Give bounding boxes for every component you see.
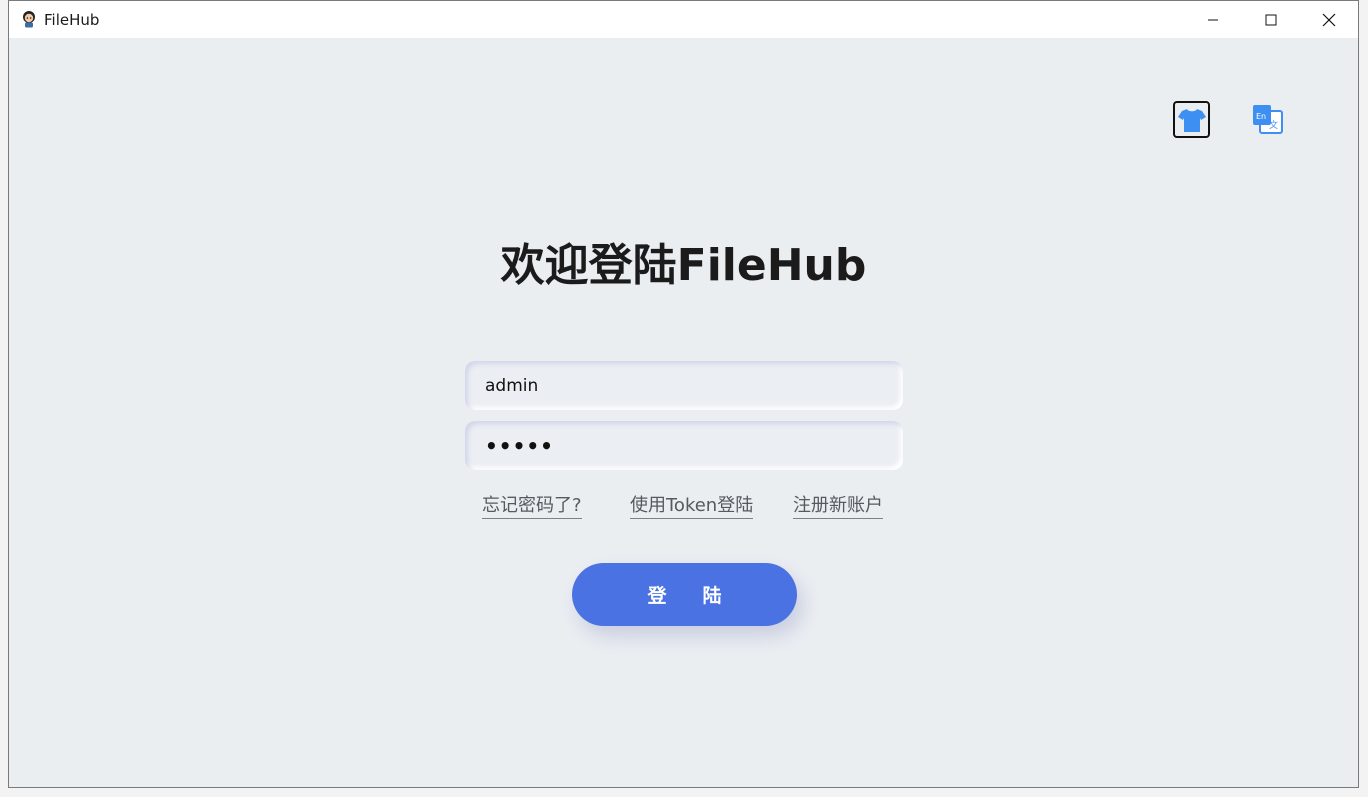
language-switch-button[interactable]: En 文: [1249, 101, 1286, 138]
forgot-password-link[interactable]: 忘记密码了?: [482, 494, 582, 519]
register-link[interactable]: 注册新账户: [793, 494, 883, 519]
svg-text:En: En: [1256, 112, 1266, 121]
page-title: 欢迎登陆FileHub: [500, 240, 867, 291]
app-window: FileHub En 文 欢迎登陆FileHub admin ••••• 忘记密…: [8, 0, 1359, 788]
theme-toggle-button[interactable]: [1173, 101, 1210, 138]
password-input[interactable]: •••••: [465, 421, 903, 470]
translate-icon: En 文: [1252, 104, 1283, 134]
auth-links: 忘记密码了? 使用Token登陆 注册新账户: [9, 494, 1358, 520]
minimize-button[interactable]: [1184, 1, 1242, 38]
minimize-icon: [1208, 19, 1218, 20]
svg-text:文: 文: [1269, 119, 1278, 131]
title-bar: FileHub: [9, 1, 1358, 38]
login-button[interactable]: 登陆: [572, 563, 797, 626]
tshirt-icon: [1177, 108, 1206, 132]
window-title: FileHub: [44, 11, 100, 29]
maximize-icon: [1265, 14, 1277, 25]
username-input[interactable]: admin: [465, 361, 903, 410]
close-button[interactable]: [1300, 1, 1358, 38]
octocat-icon: [20, 10, 38, 28]
maximize-button[interactable]: [1242, 1, 1300, 38]
close-icon: [1322, 13, 1336, 26]
token-login-link[interactable]: 使用Token登陆: [630, 494, 754, 519]
